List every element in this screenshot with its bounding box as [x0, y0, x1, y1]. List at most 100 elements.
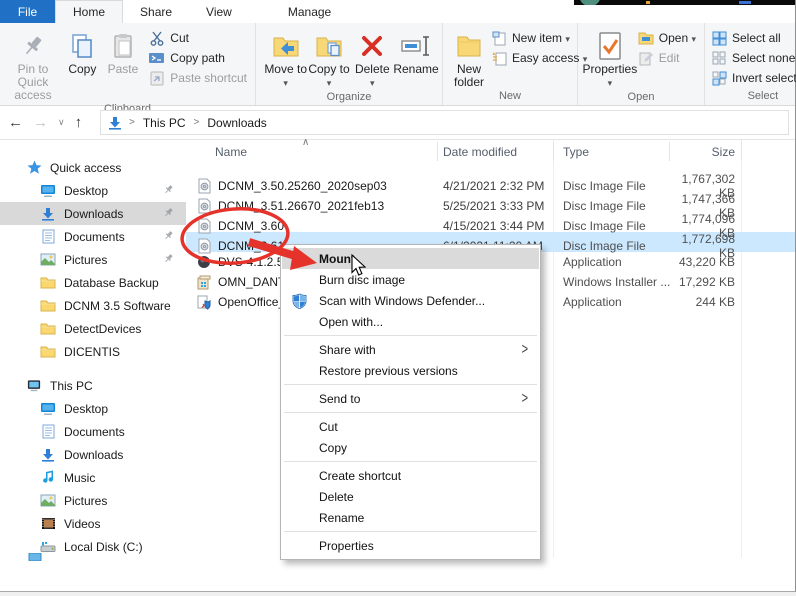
file-row-dcnm-3-50-25260-2020sep03[interactable]: DCNM_3.50.25260_2020sep034/21/2021 2:32 …: [186, 172, 795, 192]
dropdown-icon: ▾: [565, 34, 570, 44]
copy-to-icon: [315, 29, 343, 63]
back-button[interactable]: ←: [8, 114, 23, 131]
up-button[interactable]: ↑: [75, 114, 83, 131]
move-to-button[interactable]: Move to ▾: [264, 27, 307, 90]
open-button[interactable]: Open ▾: [638, 30, 696, 46]
sidebar-section-quick-access[interactable]: Quick access: [0, 156, 186, 179]
paste-shortcut-button[interactable]: Paste shortcut: [149, 70, 247, 86]
edit-button[interactable]: Edit: [638, 50, 696, 66]
file-size: 17,292 KB: [675, 275, 735, 289]
select-none-label: Select none: [732, 51, 795, 65]
new-item-icon: [491, 30, 507, 46]
menu-item-label: Create shortcut: [319, 469, 401, 483]
invert-selection-button[interactable]: Invert selection: [711, 70, 796, 86]
context-menu-item-delete[interactable]: Delete: [282, 486, 539, 507]
context-menu-item-properties[interactable]: Properties: [282, 535, 539, 556]
sidebar-item-pictures[interactable]: Pictures: [0, 248, 186, 271]
tab-view[interactable]: View: [189, 0, 249, 23]
select-none-button[interactable]: Select none: [711, 50, 796, 66]
tab-manage[interactable]: Manage: [271, 0, 348, 23]
background-dot-orange: [646, 1, 650, 4]
app-dvs-icon: [196, 254, 212, 270]
context-menu-item-burn-disc-image[interactable]: Burn disc image: [282, 269, 539, 290]
sidebar-item-local-disk-c[interactable]: Local Disk (C:): [0, 535, 186, 558]
dropdown-icon: ▾: [327, 78, 332, 88]
copy-path-button[interactable]: Copy path: [149, 50, 247, 66]
sidebar-item-downloads[interactable]: Downloads: [0, 443, 186, 466]
dropdown-icon: ▾: [608, 78, 613, 88]
sidebar-item-detectdevices[interactable]: DetectDevices: [0, 317, 186, 340]
sidebar-section-label: This PC: [50, 379, 93, 393]
new-folder-button[interactable]: New folder: [447, 27, 491, 89]
folder-icon: [40, 344, 56, 360]
recent-locations-icon[interactable]: ∨: [58, 117, 65, 128]
ribbon-group-open: Properties▾ Open ▾ Edit: [578, 23, 705, 105]
menu-item-label: Open with...: [319, 315, 383, 329]
paste-button[interactable]: Paste: [103, 27, 144, 76]
menu-item-label: Send to: [319, 392, 360, 406]
select-all-button[interactable]: Select all: [711, 30, 796, 46]
dropdown-icon: ▾: [370, 78, 375, 88]
delete-button[interactable]: Delete▾: [351, 27, 394, 90]
sidebar-item-pictures[interactable]: Pictures: [0, 489, 186, 512]
file-row-dcnm-3-51-26670-2021feb13[interactable]: DCNM_3.51.26670_2021feb135/25/2021 3:33 …: [186, 192, 795, 212]
rename-label: Rename: [393, 63, 438, 76]
sidebar-item-dcnm-3-5-software[interactable]: DCNM 3.5 Software: [0, 294, 186, 317]
column-header-date-modified[interactable]: Date modified: [443, 145, 563, 159]
breadcrumb-this-pc[interactable]: This PC: [141, 116, 188, 130]
copy-to-button[interactable]: Copy to ▾: [307, 27, 350, 90]
tab-file[interactable]: File: [0, 0, 55, 23]
sidebar-item-database-backup[interactable]: Database Backup: [0, 271, 186, 294]
context-menu-item-mount[interactable]: Mount: [282, 248, 539, 269]
address-input[interactable]: > This PC > Downloads: [100, 110, 789, 135]
context-menu-item-open-with[interactable]: Open with...: [282, 311, 539, 332]
tab-home[interactable]: Home: [55, 0, 123, 23]
file-row-dcnm-3-60[interactable]: DCNM_3.604/15/2021 3:44 PMDisc Image Fil…: [186, 212, 795, 232]
drive-c-icon: [40, 539, 56, 555]
sidebar-item-desktop[interactable]: Desktop: [0, 397, 186, 420]
background-dot-blue: [739, 1, 751, 4]
context-menu-item-share-with[interactable]: Share with>: [282, 339, 539, 360]
column-header-size[interactable]: Size: [675, 145, 735, 159]
copy-button[interactable]: Copy: [62, 27, 103, 76]
context-menu-item-rename[interactable]: Rename: [282, 507, 539, 528]
column-headers: ∧ Name Date modified Type Size: [186, 140, 795, 164]
context-menu-item-cut[interactable]: Cut: [282, 416, 539, 437]
context-menu-item-copy[interactable]: Copy: [282, 437, 539, 458]
rename-button[interactable]: Rename: [394, 27, 438, 76]
pc-icon: [26, 378, 42, 394]
sidebar-item-dicentis[interactable]: DICENTIS: [0, 340, 186, 363]
forward-button[interactable]: →: [33, 114, 48, 131]
context-menu-item-restore-previous-versions[interactable]: Restore previous versions: [282, 360, 539, 381]
column-header-name[interactable]: Name: [186, 145, 443, 159]
context-menu-item-create-shortcut[interactable]: Create shortcut: [282, 465, 539, 486]
file-explorer-window: File Home Share View Manage Pin to Quick…: [0, 0, 796, 592]
context-menu-item-scan-with-windows-defender[interactable]: Scan with Windows Defender...: [282, 290, 539, 311]
address-bar: ← → ∨ ↑ > This PC > Downloads: [0, 106, 795, 140]
sidebar-item-documents[interactable]: Documents: [0, 420, 186, 443]
new-item-button[interactable]: New item ▾: [491, 30, 587, 46]
document-icon: [40, 424, 56, 440]
sidebar-item-downloads[interactable]: Downloads: [0, 202, 186, 225]
column-header-type[interactable]: Type: [563, 145, 675, 159]
sidebar-item-videos[interactable]: Videos: [0, 512, 186, 535]
background-window-strip: [574, 0, 795, 5]
disc-file-icon: [196, 238, 212, 254]
sidebar-item-label: Videos: [64, 517, 100, 531]
menu-item-label: Restore previous versions: [319, 364, 458, 378]
sidebar-section-this-pc[interactable]: This PC: [0, 374, 186, 397]
cut-button[interactable]: Cut: [149, 30, 247, 46]
sidebar-item-desktop[interactable]: Desktop: [0, 179, 186, 202]
properties-button[interactable]: Properties▾: [582, 27, 638, 90]
breadcrumb-downloads[interactable]: Downloads: [205, 116, 268, 130]
easy-access-button[interactable]: Easy access ▾: [491, 50, 587, 66]
group-label-select: Select: [705, 89, 796, 105]
context-menu-item-send-to[interactable]: Send to>: [282, 388, 539, 409]
pin-to-quick-access-button[interactable]: Pin to Quick access: [4, 27, 62, 102]
tab-share[interactable]: Share: [123, 0, 189, 23]
sidebar-item-music[interactable]: Music: [0, 466, 186, 489]
menu-separator: [284, 412, 537, 413]
menu-item-label: Burn disc image: [319, 273, 405, 287]
context-menu: Mount Burn disc image Scan with Windows De…: [280, 244, 541, 560]
sidebar-item-documents[interactable]: Documents: [0, 225, 186, 248]
